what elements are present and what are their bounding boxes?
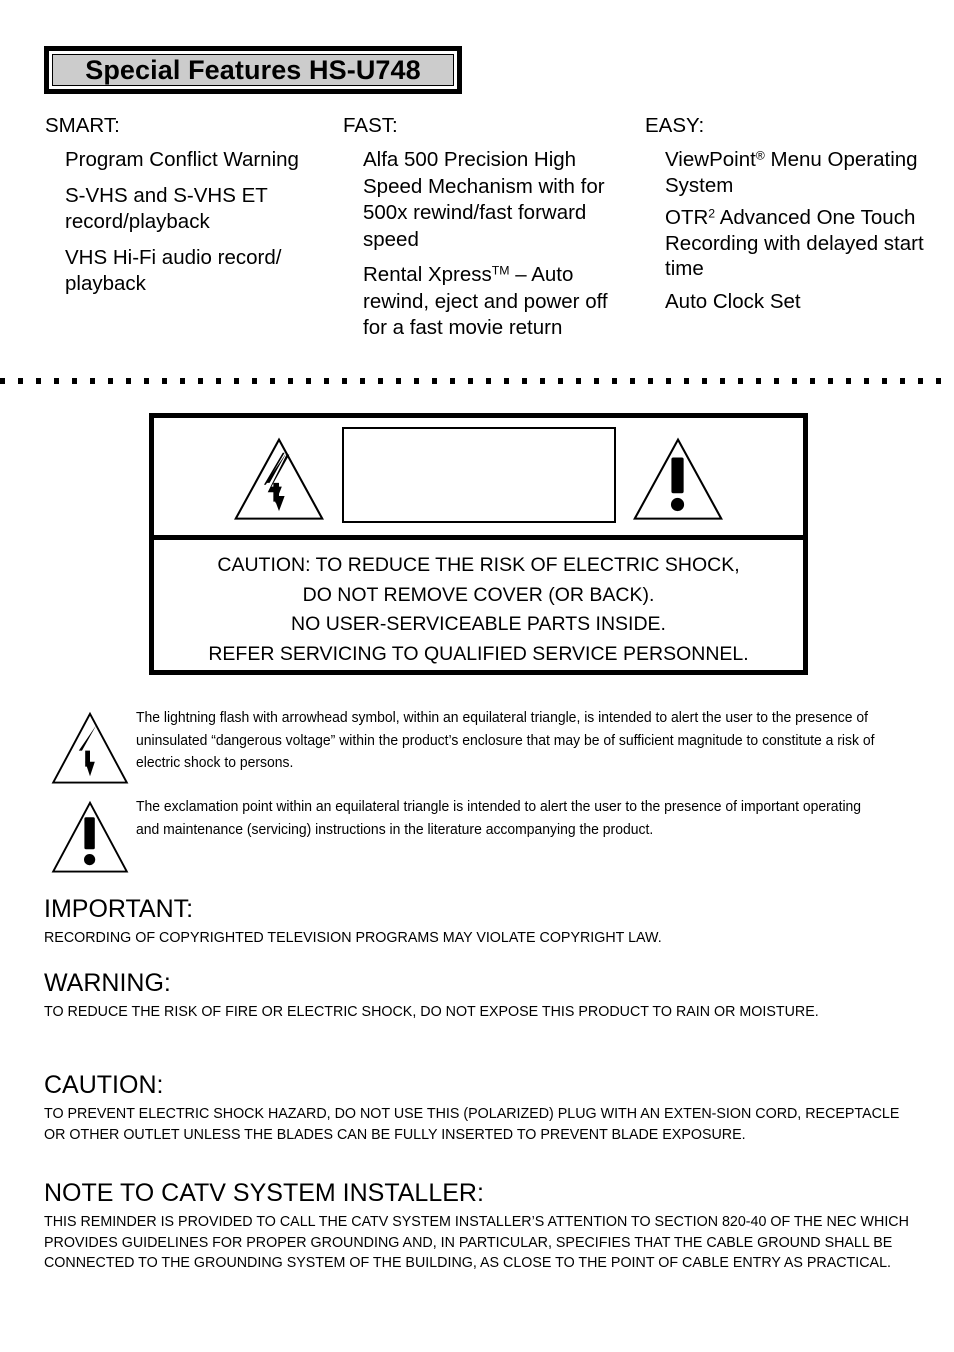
caution-box-text: CAUTION: TO REDUCE THE RISK OF ELECTRIC … — [154, 540, 803, 669]
page-title-banner-inner: Special Features HS-U748 — [52, 54, 454, 86]
feature-item: VHS Hi-Fi audio record/ playback — [65, 245, 282, 296]
caution-line: NO USER-SERVICEABLE PARTS INSIDE. — [291, 613, 666, 635]
notice-warning: WARNING: TO REDUCE THE RISK OF FIRE OR E… — [44, 968, 924, 1023]
notice-heading: IMPORTANT: — [44, 895, 194, 923]
lightning-bolt-triangle-icon — [48, 707, 136, 794]
feature-item: Auto Clock Set — [665, 289, 801, 313]
notice-heading: WARNING: — [44, 969, 171, 997]
feature-column-heading: FAST: — [343, 114, 398, 137]
notice-heading: NOTE TO CATV SYSTEM INSTALLER: — [44, 1179, 484, 1207]
feature-item: ViewPoint® Menu Operating System — [665, 148, 918, 197]
feature-column-heading: EASY: — [645, 114, 705, 137]
feature-column-heading: SMART: — [45, 114, 120, 137]
feature-item: S-VHS and S-VHS ET record/playback — [65, 183, 268, 234]
notice-body: RECORDING OF COPYRIGHTED TELEVISION PROG… — [44, 928, 924, 949]
feature-item: Rental XpressTM – Auto rewind, eject and… — [363, 263, 608, 339]
exclamation-triangle-icon — [631, 434, 725, 533]
symbol-explanation-text: The lightning flash with arrowhead symbo… — [136, 709, 875, 771]
notice-caution: CAUTION: TO PREVENT ELECTRIC SHOCK HAZAR… — [44, 1070, 924, 1145]
feature-item: Alfa 500 Precision High Speed Mechanism … — [363, 148, 605, 251]
notice-body-text: TO PREVENT ELECTRIC SHOCK HAZARD, DO NOT… — [44, 1105, 900, 1143]
notice-body-text: RECORDING OF COPYRIGHTED TELEVISION PROG… — [44, 929, 662, 946]
feature-item: Program Conflict Warning — [65, 148, 299, 171]
feature-list: Alfa 500 Precision High Speed Mechanism … — [343, 147, 635, 342]
feature-item: OTR2 Advanced One Touch Recording with d… — [665, 206, 924, 280]
caution-line: DO NOT REMOVE COVER (OR BACK). — [302, 583, 655, 606]
symbol-explanation-lightning: The lightning flash with arrowhead symbo… — [48, 707, 938, 794]
notice-body-text: TO REDUCE THE RISK OF FIRE OR ELECTRIC S… — [44, 1003, 819, 1020]
notice-body-text: THIS REMINDER IS PROVIDED TO CALL THE CA… — [44, 1213, 909, 1271]
notice-body: THIS REMINDER IS PROVIDED TO CALL THE CA… — [44, 1212, 924, 1274]
caution-line: REFER SERVICING TO QUALIFIED SERVICE PER… — [208, 642, 749, 665]
caution-warning-box: CAUTION: TO REDUCE THE RISK OF ELECTRIC … — [149, 413, 808, 675]
feature-column-fast: FAST: Alfa 500 Precision High Speed Mech… — [343, 114, 635, 351]
notice-body: TO PREVENT ELECTRIC SHOCK HAZARD, DO NOT… — [44, 1104, 924, 1145]
feature-column-easy: EASY: ViewPoint® Menu Operating System O… — [645, 114, 935, 321]
notice-body: TO REDUCE THE RISK OF FIRE OR ELECTRIC S… — [44, 1002, 924, 1023]
exclamation-triangle-icon — [48, 796, 136, 883]
feature-column-smart: SMART: Program Conflict Warning S-VHS an… — [45, 114, 337, 307]
feature-list: ViewPoint® Menu Operating System OTR2 Ad… — [645, 147, 935, 314]
notice-heading: CAUTION: — [44, 1071, 164, 1099]
page-title-banner: Special Features HS-U748 — [44, 46, 462, 94]
caution-line: CAUTION: TO REDUCE THE RISK OF ELECTRIC … — [217, 554, 740, 576]
symbol-explanation-exclamation: The exclamation point within an equilate… — [48, 796, 938, 883]
feature-list: Program Conflict Warning S-VHS and S-VHS… — [45, 147, 337, 298]
symbol-explanation-text: The exclamation point within an equilate… — [136, 798, 862, 838]
page-title: Special Features HS-U748 — [85, 54, 421, 85]
dotted-separator — [0, 378, 954, 384]
blank-label-block — [342, 427, 616, 523]
notice-catv-installer: NOTE TO CATV SYSTEM INSTALLER: THIS REMI… — [44, 1178, 924, 1274]
caution-box-symbol-row — [154, 418, 803, 540]
notice-important: IMPORTANT: RECORDING OF COPYRIGHTED TELE… — [44, 894, 924, 949]
lightning-bolt-triangle-icon — [232, 434, 326, 533]
